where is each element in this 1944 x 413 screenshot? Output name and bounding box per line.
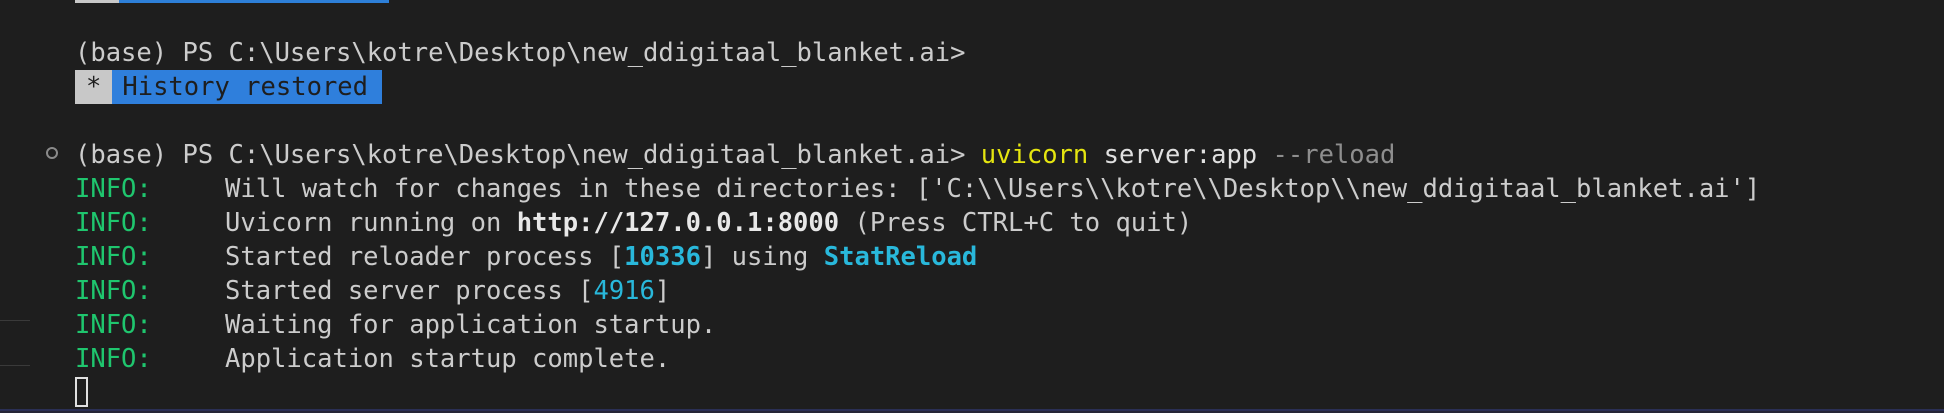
server-pid: 4916 (593, 276, 655, 306)
log-line-1: INFO: Will watch for changes in these dir… (75, 172, 1760, 206)
log-line-6: INFO: Application startup complete. (75, 342, 670, 376)
history-restored-badge: * History restored (75, 70, 382, 104)
log-text: Uvicorn running on (225, 208, 517, 238)
log-line-4: INFO: Started server process [4916] (75, 274, 670, 308)
history-restored-text: History restored (112, 70, 382, 104)
log-text: Will watch for changes in these director… (225, 174, 1761, 204)
log-line-5: INFO: Waiting for application startup. (75, 308, 716, 342)
log-level: INFO: (75, 344, 152, 374)
reloader-name: StatReload (823, 242, 978, 272)
log-text: Waiting for application startup. (225, 310, 717, 340)
prompt-line-2: (base) PS C:\Users\kotre\Desktop\new_ddi… (75, 138, 1395, 172)
log-text: Started reloader process [ (225, 242, 625, 272)
command-flag: --reload (1272, 140, 1396, 170)
reloader-pid: 10336 (624, 242, 701, 272)
log-level: INFO: (75, 276, 152, 306)
command-name: uvicorn (980, 140, 1089, 170)
prompt-line-1: (base) PS C:\Users\kotre\Desktop\new_ddi… (75, 36, 965, 70)
command-arg: server:app (1103, 140, 1258, 170)
log-line-3: INFO: Started reloader process [10336] us… (75, 240, 977, 274)
command-status-dot-icon[interactable] (46, 147, 58, 159)
terminal-cursor[interactable] (75, 377, 88, 407)
previous-history-badge-edge (75, 0, 389, 3)
log-text: Application startup complete. (225, 344, 671, 374)
log-line-2: INFO: Uvicorn running on http://127.0.0.1… (75, 206, 1192, 240)
log-level: INFO: (75, 208, 152, 238)
log-level: INFO: (75, 242, 152, 272)
log-text: Started server process [ (225, 276, 594, 306)
server-url-link[interactable]: http://127.0.0.1:8000 (517, 208, 839, 238)
history-star: * (75, 70, 113, 104)
log-text: (Press CTRL+C to quit) (839, 208, 1193, 238)
terminal-bottom-border (0, 409, 1944, 413)
terminal-panel[interactable]: (base) PS C:\Users\kotre\Desktop\new_ddi… (0, 0, 1944, 413)
gutter-divider (0, 365, 30, 366)
log-text: ] using (700, 242, 824, 272)
log-level: INFO: (75, 310, 152, 340)
log-text: ] (654, 276, 671, 306)
gutter-divider (0, 320, 30, 321)
prompt-text: (base) PS C:\Users\kotre\Desktop\new_ddi… (75, 38, 966, 68)
prompt-text-2: (base) PS C:\Users\kotre\Desktop\new_ddi… (75, 140, 966, 170)
log-level: INFO: (75, 174, 152, 204)
